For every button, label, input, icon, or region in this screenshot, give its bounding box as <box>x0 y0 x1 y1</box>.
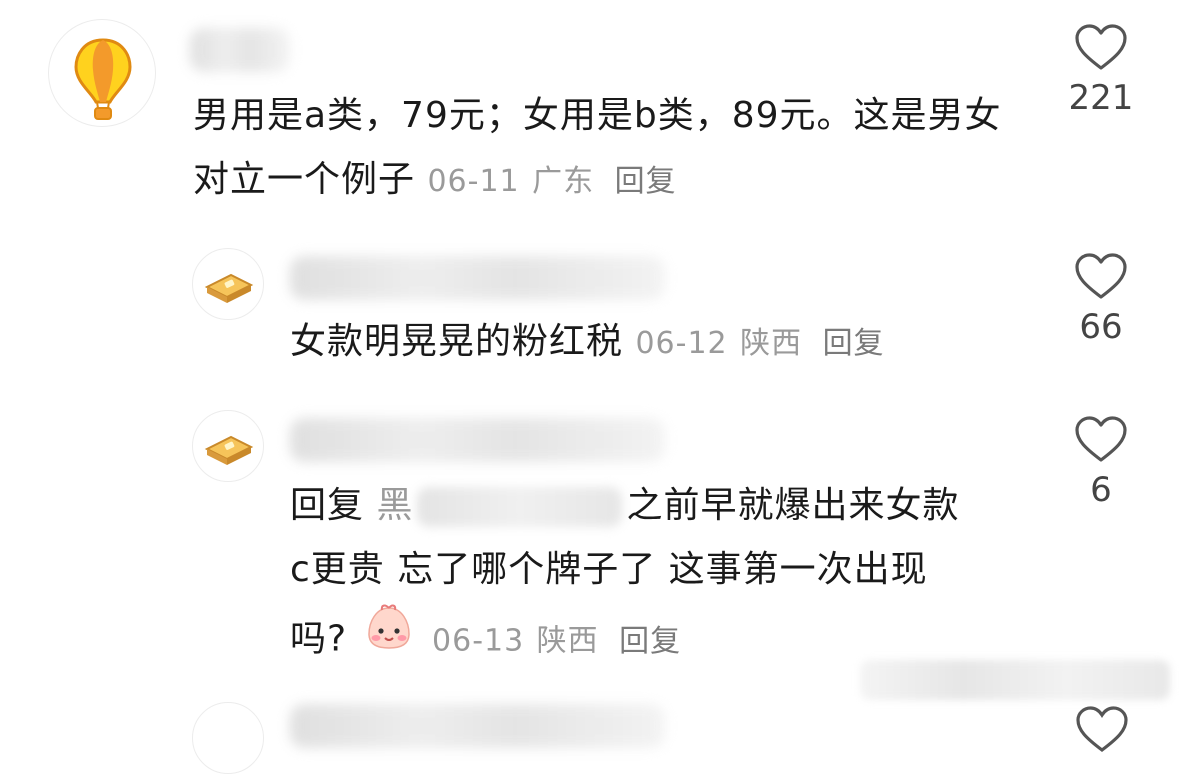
avatar[interactable] <box>48 19 156 127</box>
reply-date: 06-12 <box>635 326 728 361</box>
reply-text: 回复 黑之前早就爆出来女款 c更贵 忘了哪个牌子了 这事第一次出现 吗? 06-… <box>290 474 1050 679</box>
reply-button[interactable]: 回复 <box>823 326 885 361</box>
reply-prefix: 回复 <box>290 485 365 526</box>
avatar[interactable] <box>192 248 264 320</box>
reply-date: 06-13 <box>432 623 525 659</box>
comment-location: 广东 <box>532 164 595 199</box>
reply-line-1: 回复 黑之前早就爆出来女款 <box>290 485 960 527</box>
reply-target-blurred <box>417 487 623 527</box>
like-count: 66 <box>1079 307 1123 347</box>
reply-target-user[interactable]: 黑 <box>376 485 413 526</box>
reply-button[interactable]: 回复 <box>619 624 681 659</box>
username-blurred[interactable] <box>290 704 665 748</box>
reply-location: 陕西 <box>740 326 803 361</box>
like-group: 221 <box>1061 24 1141 118</box>
blush-face-emoji <box>364 602 414 673</box>
comment-text: 男用是a类，79元；女用是b类，89元。这是男女对立一个例子 06-11 广东 … <box>193 95 1002 200</box>
comment-date: 06-11 <box>427 164 520 199</box>
username-blurred[interactable] <box>290 418 665 462</box>
toast-icon <box>204 273 254 303</box>
watermark <box>860 660 1170 700</box>
like-group: 6 <box>1061 416 1141 510</box>
reply-line-2: c更贵 忘了哪个牌子了 这事第一次出现 <box>290 549 928 590</box>
username-blurred[interactable] <box>190 28 290 72</box>
toast-icon <box>204 435 254 465</box>
heart-icon[interactable] <box>1075 706 1129 758</box>
reply-button[interactable]: 回复 <box>615 164 677 199</box>
avatar[interactable] <box>192 410 264 482</box>
reply-location: 陕西 <box>536 623 599 659</box>
reply-text: 女款明晃晃的粉红税 06-12 陕西 回复 <box>290 321 885 362</box>
hot-air-balloon-icon <box>74 38 132 120</box>
heart-icon[interactable] <box>1061 416 1141 464</box>
username-blurred[interactable] <box>290 256 665 300</box>
heart-icon[interactable] <box>1061 253 1141 301</box>
heart-icon[interactable] <box>1061 24 1141 72</box>
like-count: 6 <box>1090 470 1112 510</box>
like-group: 66 <box>1061 253 1141 347</box>
avatar[interactable] <box>192 702 264 774</box>
like-count: 221 <box>1068 78 1134 118</box>
